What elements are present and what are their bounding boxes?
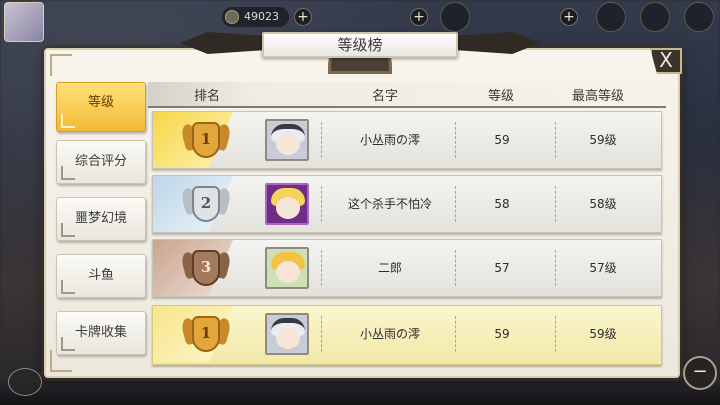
gold-medal-icon: 1 bbox=[179, 312, 233, 358]
tab-card-collection[interactable]: 卡牌收集 bbox=[56, 311, 146, 355]
rank-number: 3 bbox=[200, 258, 212, 276]
self-rank-row[interactable]: 1 小丛雨の澪 59 59级 bbox=[152, 305, 662, 365]
collapse-menu-icon[interactable]: − bbox=[683, 356, 717, 390]
column-divider bbox=[321, 186, 322, 222]
player-avatar[interactable] bbox=[265, 119, 309, 161]
tab-overall-score[interactable]: 综合评分 bbox=[56, 140, 146, 184]
header-level: 等级 bbox=[488, 89, 515, 104]
mail-icon[interactable] bbox=[684, 2, 714, 32]
table-row[interactable]: 3 二郎 57 57级 bbox=[152, 239, 662, 297]
header-max-level: 最高等级 bbox=[572, 89, 625, 104]
column-divider bbox=[455, 186, 456, 222]
table-row[interactable]: 1 小丛雨の澪 59 59级 bbox=[152, 111, 662, 169]
title-banner: 等级榜 bbox=[180, 12, 530, 74]
rank-number: 2 bbox=[200, 194, 212, 212]
column-divider bbox=[555, 122, 556, 158]
player-name: 小丛雨の澪 bbox=[359, 327, 420, 341]
table-row[interactable]: 2 这个杀手不怕冷 58 58级 bbox=[152, 175, 662, 233]
rank-number: 1 bbox=[200, 130, 212, 148]
panel-title: 等级榜 bbox=[262, 32, 458, 58]
player-max-level: 58级 bbox=[589, 197, 617, 211]
player-name: 小丛雨の澪 bbox=[359, 133, 420, 147]
player-level: 59 bbox=[494, 133, 510, 147]
wing-ornament-icon bbox=[448, 32, 540, 54]
tab-nightmare-realm[interactable]: 噩梦幻境 bbox=[56, 197, 146, 241]
column-divider bbox=[321, 122, 322, 158]
player-name: 二郎 bbox=[377, 261, 402, 275]
column-divider bbox=[555, 186, 556, 222]
header-name: 名字 bbox=[372, 89, 399, 104]
wing-ornament-icon bbox=[180, 32, 272, 54]
silver-medal-icon: 2 bbox=[179, 182, 233, 228]
rank-number: 1 bbox=[200, 324, 212, 342]
player-avatar[interactable] bbox=[265, 183, 309, 225]
player-name: 这个杀手不怕冷 bbox=[347, 197, 432, 211]
chat-icon[interactable] bbox=[8, 368, 42, 396]
player-level: 57 bbox=[494, 261, 510, 275]
player-level: 59 bbox=[494, 327, 510, 341]
column-divider bbox=[455, 250, 456, 286]
bottom-hud bbox=[0, 379, 720, 405]
player-avatar[interactable] bbox=[265, 247, 309, 289]
tab-level[interactable]: 等级 bbox=[56, 82, 146, 132]
player-max-level: 57级 bbox=[589, 261, 617, 275]
bronze-medal-icon: 3 bbox=[179, 246, 233, 292]
column-divider bbox=[321, 250, 322, 286]
player-avatar[interactable] bbox=[265, 313, 309, 355]
menu-icon[interactable] bbox=[596, 2, 626, 32]
tab-douyu[interactable]: 斗鱼 bbox=[56, 254, 146, 298]
column-divider bbox=[455, 316, 456, 352]
player-avatar[interactable] bbox=[4, 2, 44, 42]
column-divider bbox=[455, 122, 456, 158]
header-rank: 排名 bbox=[194, 89, 221, 104]
column-divider bbox=[321, 316, 322, 352]
add-energy-button[interactable]: + bbox=[560, 8, 578, 26]
player-max-level: 59级 bbox=[589, 133, 617, 147]
table-header: 排名 名字 等级 最高等级 bbox=[148, 82, 666, 108]
gold-medal-icon: 1 bbox=[179, 118, 233, 164]
settings-icon[interactable] bbox=[640, 2, 670, 32]
player-level: 58 bbox=[494, 197, 510, 211]
column-divider bbox=[555, 316, 556, 352]
player-max-level: 59级 bbox=[589, 327, 617, 341]
column-divider bbox=[555, 250, 556, 286]
corner-ornament bbox=[50, 54, 72, 76]
